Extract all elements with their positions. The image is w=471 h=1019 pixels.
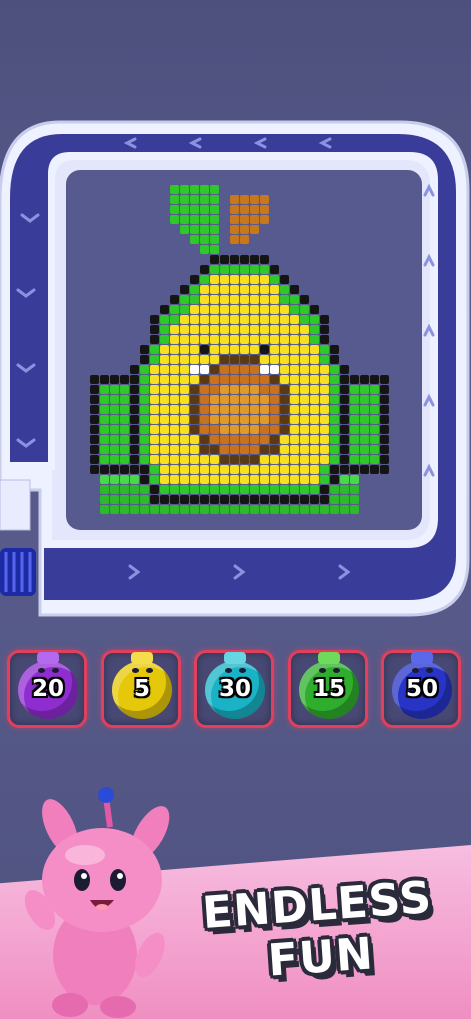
jar-eye <box>132 668 139 673</box>
jar-cyan[interactable]: 30 <box>205 652 265 719</box>
jar-lid <box>131 652 153 664</box>
jar-count: 30 <box>218 676 251 702</box>
jar-eye <box>146 668 153 673</box>
jar-count: 15 <box>312 676 345 702</box>
jar-eye <box>38 668 45 673</box>
jar-lid <box>224 652 246 664</box>
jar-slot-4[interactable]: 15 <box>288 650 368 728</box>
jar-count: 50 <box>405 676 438 702</box>
jar-count: 5 <box>133 676 150 702</box>
pink-alien-mascot <box>24 787 170 1018</box>
jar-count: 20 <box>31 676 64 702</box>
jar-eye <box>333 668 340 673</box>
jar-lid <box>37 652 59 664</box>
jar-eye <box>239 668 246 673</box>
jar-slot-3[interactable]: 30 <box>194 650 274 728</box>
jar-purple[interactable]: 20 <box>18 652 78 719</box>
jar-dock: 20 5 30 15 50 <box>0 640 471 740</box>
jar-slot-1[interactable]: 20 <box>7 650 87 728</box>
promo-title: ENDLESS FUN <box>186 871 453 993</box>
jar-eye <box>426 668 433 673</box>
jar-slot-2[interactable]: 5 <box>101 650 181 728</box>
game-board <box>0 120 470 617</box>
jar-yellow[interactable]: 5 <box>112 652 172 719</box>
jar-eye <box>52 668 59 673</box>
jar-green[interactable]: 15 <box>299 652 359 719</box>
disc-stack <box>0 479 36 596</box>
jar-blue[interactable]: 50 <box>392 652 452 719</box>
jar-eye <box>225 668 232 673</box>
jar-eye <box>412 668 419 673</box>
jar-lid <box>411 652 433 664</box>
jar-eye <box>319 668 326 673</box>
jar-lid <box>318 652 340 664</box>
jar-slot-5[interactable]: 50 <box>381 650 461 728</box>
